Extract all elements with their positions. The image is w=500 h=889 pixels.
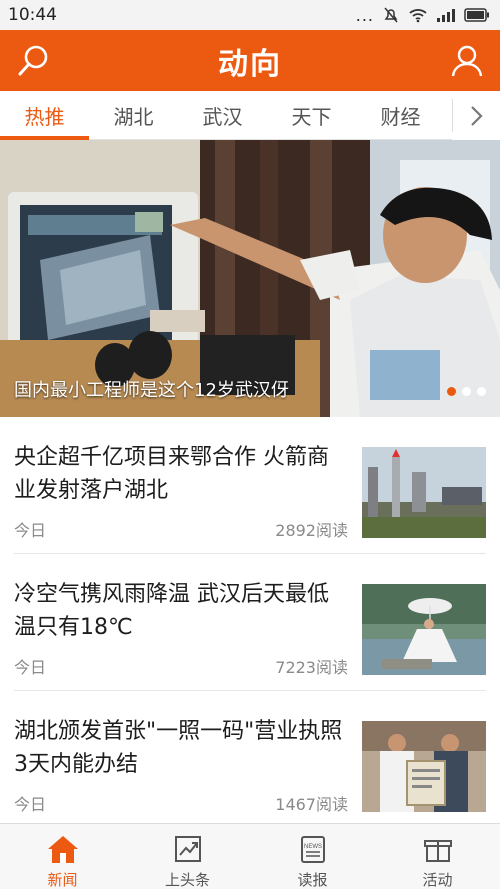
license-ceremony-image [362, 721, 486, 812]
carousel-dot[interactable] [447, 387, 456, 396]
user-button[interactable] [448, 42, 486, 80]
tab-label: 湖北 [113, 104, 154, 129]
mute-icon [384, 7, 398, 23]
wifi-icon [409, 9, 427, 23]
nav-label: 活动 [422, 871, 453, 889]
user-icon [451, 45, 483, 76]
news-read-count: 7223阅读 [275, 658, 348, 677]
news-read-count: 1467阅读 [275, 795, 348, 814]
tab-label: 武汉 [202, 104, 243, 129]
tab-wuhan[interactable]: 武汉 [178, 91, 267, 140]
news-date: 今日 [14, 795, 47, 814]
news-thumbnail [362, 721, 486, 812]
news-item[interactable]: 湖北颁发首张"一照一码"营业执照 3天内能办结 今日 1467阅读 [0, 691, 500, 828]
app-header: 动向 [0, 30, 500, 91]
nav-headline[interactable]: 上头条 [125, 824, 250, 889]
search-button[interactable] [14, 42, 52, 80]
tabs-more-button[interactable] [452, 91, 500, 140]
svg-text:NEWS: NEWS [304, 844, 322, 850]
nav-label: 新闻 [47, 871, 78, 889]
home-icon [47, 835, 78, 863]
tab-label: 热推 [24, 104, 65, 129]
news-title: 冷空气携风雨降温 武汉后天最低温只有18℃ [14, 582, 329, 640]
carousel-dots [447, 387, 486, 396]
chevron-right-icon [471, 105, 483, 126]
news-title: 央企超千亿项目来鄂合作 火箭商业发射落户湖北 [14, 445, 329, 503]
rocket-launch-image [362, 447, 486, 538]
nav-news[interactable]: 新闻 [0, 824, 125, 889]
bottom-nav: 新闻 上头条 NEWS 读报 活动 [0, 823, 500, 889]
news-thumbnail [362, 447, 486, 538]
carousel-dot[interactable] [477, 387, 486, 396]
signal-icon [437, 9, 455, 22]
search-icon [18, 45, 48, 75]
home-icon-wrap [46, 832, 80, 865]
tab-hot[interactable]: 热推 [0, 91, 89, 140]
newspaper-icon-wrap: NEWS [296, 832, 330, 865]
gift-icon-wrap [421, 832, 455, 865]
news-thumbnail [362, 584, 486, 675]
news-item[interactable]: 央企超千亿项目来鄂合作 火箭商业发射落户湖北 今日 2892阅读 [0, 417, 500, 554]
hero-caption[interactable]: 国内最小工程师是这个12岁武汉伢 [14, 376, 289, 402]
status-time: 10:44 [8, 5, 57, 25]
nav-activity[interactable]: 活动 [375, 824, 500, 889]
news-item[interactable]: 冷空气携风雨降温 武汉后天最低温只有18℃ 今日 7223阅读 [0, 554, 500, 691]
nav-label: 读报 [297, 871, 328, 889]
gift-icon [423, 839, 452, 862]
carousel-dot[interactable] [462, 387, 471, 396]
news-date: 今日 [14, 521, 47, 540]
brand-logo: 动向 [218, 46, 282, 82]
trending-icon [174, 835, 201, 862]
news-date: 今日 [14, 658, 47, 677]
nav-label: 上头条 [164, 871, 210, 889]
tab-hubei[interactable]: 湖北 [89, 91, 178, 140]
status-dots: ... [355, 5, 374, 25]
category-tabs: 热推 湖北 武汉 天下 财经 [0, 91, 500, 140]
nav-newspaper[interactable]: NEWS 读报 [250, 824, 375, 889]
tab-label: 天下 [291, 104, 332, 129]
tab-finance[interactable]: 财经 [356, 91, 445, 140]
bride-with-umbrella-image [362, 584, 486, 675]
status-bar: 10:44 ... [0, 0, 500, 30]
news-read-count: 2892阅读 [275, 521, 348, 540]
newspaper-icon: NEWS [300, 835, 325, 863]
trending-icon-wrap [171, 832, 205, 865]
tab-label: 财经 [380, 104, 421, 129]
tab-world[interactable]: 天下 [267, 91, 356, 140]
battery-icon [464, 8, 489, 22]
status-icons: ... [356, 6, 490, 25]
news-title: 湖北颁发首张"一照一码"营业执照 3天内能办结 [14, 719, 343, 777]
